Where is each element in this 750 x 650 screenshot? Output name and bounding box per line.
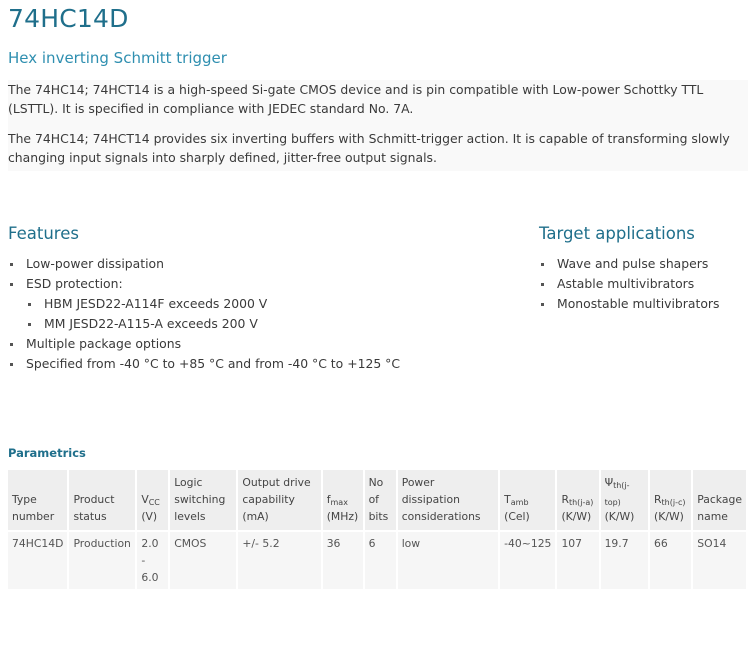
application-item: Astable multivibrators	[539, 274, 719, 294]
features-heading: Features	[8, 224, 79, 243]
cell-fmax: 36	[321, 531, 365, 589]
table-header-row: Type number Product status VCC (V) Logic …	[8, 470, 746, 532]
col-package-name: Package name	[692, 470, 746, 532]
features-list: Low-power dissipation ESD protection: HB…	[8, 254, 400, 374]
cell-vcc: 2.0 - 6.0	[136, 531, 171, 589]
col-logic-levels: Logic switching levels	[169, 470, 239, 532]
col-output-drive: Output drive capability (mA)	[237, 470, 323, 532]
feature-item: ESD protection:	[8, 274, 400, 294]
feature-item: Specified from -40 °C to +85 °C and from…	[8, 354, 400, 374]
application-item: Wave and pulse shapers	[539, 254, 719, 274]
cell-no-of-bits: 6	[363, 531, 398, 589]
table-row: 74HC14D Production 2.0 - 6.0 CMOS +/- 5.…	[8, 531, 746, 589]
col-rth-jc: Rth(j-c) (K/W)	[649, 470, 694, 532]
feature-subitem: MM JESD22-A115-A exceeds 200 V	[8, 314, 400, 334]
col-tamb: Tamb (Cel)	[499, 470, 558, 532]
col-rth-ja: Rth(j-a) (K/W)	[556, 470, 601, 532]
col-vcc: VCC (V)	[136, 470, 171, 532]
cell-power-dissipation: low	[396, 531, 501, 589]
cell-product-status: Production	[68, 531, 138, 589]
feature-item: Multiple package options	[8, 334, 400, 354]
col-fmax: fmax (MHz)	[321, 470, 365, 532]
col-psi-jtop: Ψth(j-top) (K/W)	[599, 470, 651, 532]
description-paragraph: The 74HC14; 74HCT14 provides six inverti…	[8, 131, 730, 165]
col-power-dissipation: Power dissipation considerations	[396, 470, 501, 532]
feature-subitem: HBM JESD22-A114F exceeds 2000 V	[8, 294, 400, 314]
cell-rth-jc: 66	[649, 531, 694, 589]
cell-output-drive: +/- 5.2	[237, 531, 323, 589]
application-item: Monostable multivibrators	[539, 294, 719, 314]
page-subtitle: Hex inverting Schmitt trigger	[8, 49, 227, 67]
cell-tamb: -40~125	[499, 531, 558, 589]
applications-heading: Target applications	[539, 224, 695, 243]
description-paragraph: The 74HC14; 74HCT14 is a high-speed Si-g…	[8, 82, 704, 116]
col-no-of-bits: No of bits	[363, 470, 398, 532]
page-title: 74HC14D	[8, 4, 129, 33]
cell-rth-ja: 107	[556, 531, 601, 589]
applications-list: Wave and pulse shapers Astable multivibr…	[539, 254, 719, 314]
cell-package-name: SO14	[692, 531, 746, 589]
col-product-status: Product status	[68, 470, 138, 532]
parametrics-table: Type number Product status VCC (V) Logic …	[8, 470, 746, 589]
cell-psi-jtop: 19.7	[599, 531, 651, 589]
parametrics-heading: Parametrics	[8, 446, 86, 460]
description-block: The 74HC14; 74HCT14 is a high-speed Si-g…	[8, 80, 748, 171]
feature-item: Low-power dissipation	[8, 254, 400, 274]
col-type-number: Type number	[8, 470, 70, 532]
cell-logic-levels: CMOS	[169, 531, 239, 589]
cell-type-number: 74HC14D	[8, 531, 70, 589]
